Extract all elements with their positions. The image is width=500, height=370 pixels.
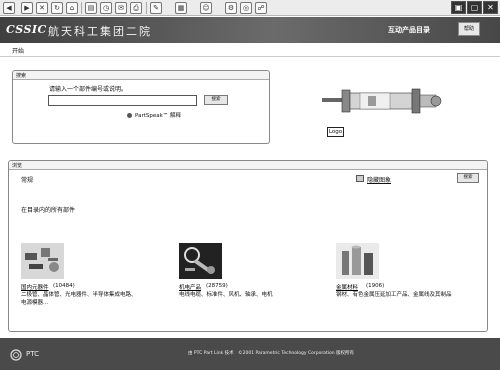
window-button-icon[interactable]: ▣ (451, 1, 466, 14)
footer: PTC 由 PTC Part Link 技术 ©2001 Parametric … (0, 338, 500, 370)
help-button[interactable]: 帮助 (458, 22, 480, 36)
image-icon (356, 175, 364, 182)
history-icon[interactable]: ◷ (100, 2, 112, 14)
company-name: 航天科工集团二院 (48, 25, 152, 38)
research-icon[interactable]: ◎ (240, 2, 252, 14)
browse-panel-title: 浏览 (12, 163, 23, 169)
app-header: CSSIC 航天科工集团二院 互动产品目录 帮助 (0, 17, 500, 43)
category-name[interactable]: 金属材料 (336, 283, 358, 291)
category-name[interactable]: 机电产品 (179, 283, 201, 291)
category-description: 二极管、晶体管、光电器件、半导体集成电路、电源模器... (21, 292, 137, 306)
ptc-logo-text: PTC (26, 350, 39, 358)
links-icon[interactable]: ☍ (255, 2, 267, 14)
home-icon[interactable]: ⌂ (66, 2, 78, 14)
category-description: 钢材、有色金属压延加工产品、金属线及其制品 (336, 292, 452, 298)
search-input[interactable] (48, 95, 197, 106)
category-description: 电线电缆、标准件、风机、轴承、电机 (179, 292, 273, 298)
search-panel-title: 搜索 (16, 73, 27, 79)
category-name[interactable]: 国内元器件 (21, 283, 49, 291)
tools-icon[interactable]: ⚙ (225, 2, 237, 14)
mail-icon[interactable]: ✉ (115, 2, 127, 14)
browse-panel: 浏览 常规 隐藏图象 搜索 在目录内的所有部件 国内元器件 (10484) 二极… (8, 160, 488, 332)
breadcrumb: 开始 (0, 43, 500, 57)
edit-icon[interactable]: ✎ (150, 2, 162, 14)
browse-panel-header: 浏览 (9, 161, 487, 170)
messenger-icon[interactable]: ☺ (200, 2, 212, 14)
browse-search-button[interactable]: 搜索 (457, 173, 479, 183)
pane-icon[interactable]: ▤ (85, 2, 97, 14)
forward-icon[interactable]: ▶ (21, 2, 33, 14)
metal-materials-image[interactable] (336, 243, 379, 279)
window-button-icon[interactable]: ✕ (483, 1, 498, 14)
start-link[interactable]: 开始 (12, 46, 24, 55)
catalog-title: 互动产品目录 (388, 26, 430, 34)
electromechanical-image[interactable] (179, 243, 222, 279)
search-panel-header: 搜索 (13, 71, 269, 80)
discuss-icon[interactable]: ▦ (175, 2, 187, 14)
toolbar-divider (81, 2, 82, 14)
copyright-text: 由 PTC Part Link 技术 ©2001 Parametric Tech… (188, 351, 354, 356)
all-parts-link[interactable]: 在目录内的所有部件 (21, 205, 75, 214)
print-icon[interactable]: ⎙ (130, 2, 142, 14)
search-panel: 搜索 请输入一个部件编号或说明。 搜索 PartSpeak™ 解释 (12, 70, 270, 144)
browser-toolbar: ◀ ▶ ✕ ↻ ⌂ ▤ ◷ ✉ ⎙ ✎ ▦ ☺ ⚙ ◎ ☍ ▣ ▢ ✕ (0, 0, 500, 16)
refresh-icon[interactable]: ↻ (51, 2, 63, 14)
category-count: (28759) (206, 283, 228, 289)
search-prompt: 请输入一个部件编号或说明。 (49, 86, 128, 93)
logo-label: Logo (327, 127, 344, 137)
hide-images-link[interactable]: 隐藏图象 (367, 175, 391, 184)
category-count: (10484) (53, 283, 75, 289)
electronic-components-image[interactable] (21, 243, 64, 279)
part-illustration (322, 88, 442, 114)
stop-icon[interactable]: ✕ (36, 2, 48, 14)
back-icon[interactable]: ◀ (3, 2, 15, 14)
partspeak-link[interactable]: PartSpeak™ 解释 (135, 111, 181, 119)
company-logo: CSSIC (6, 23, 47, 36)
common-label: 常规 (21, 177, 34, 184)
window-button-icon[interactable]: ▢ (467, 1, 482, 14)
partspeak-icon (127, 113, 132, 118)
search-button[interactable]: 搜索 (204, 95, 228, 105)
category-count: (1906) (366, 283, 385, 289)
toolbar-divider (146, 2, 147, 14)
